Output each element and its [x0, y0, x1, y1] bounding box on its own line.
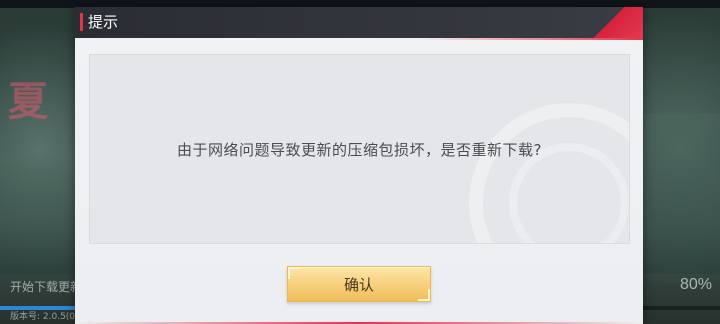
dialog-title: 提示 [88, 13, 119, 31]
version-text: 版本号: 2.0.5(0... [10, 312, 84, 322]
header-accent-bar [80, 13, 83, 31]
dialog-header: 提示 [75, 7, 643, 38]
game-logo: 夏 [8, 78, 48, 125]
dialog-message: 由于网络问题导致更新的压缩包损坏，是否重新下载? [177, 140, 542, 159]
alert-dialog: 提示 由于网络问题导致更新的压缩包损坏，是否重新下载? 确认 [75, 7, 643, 324]
confirm-button[interactable]: 确认 [287, 266, 431, 302]
download-percent: 80% [679, 276, 712, 293]
dialog-content-panel: 由于网络问题导致更新的压缩包损坏，是否重新下载? [89, 54, 630, 244]
header-corner-decoration [583, 7, 643, 38]
background-building-right [640, 114, 720, 274]
download-status-text: 开始下载更新 [10, 280, 83, 294]
header-divider [75, 38, 643, 40]
background-building-left [0, 154, 78, 274]
